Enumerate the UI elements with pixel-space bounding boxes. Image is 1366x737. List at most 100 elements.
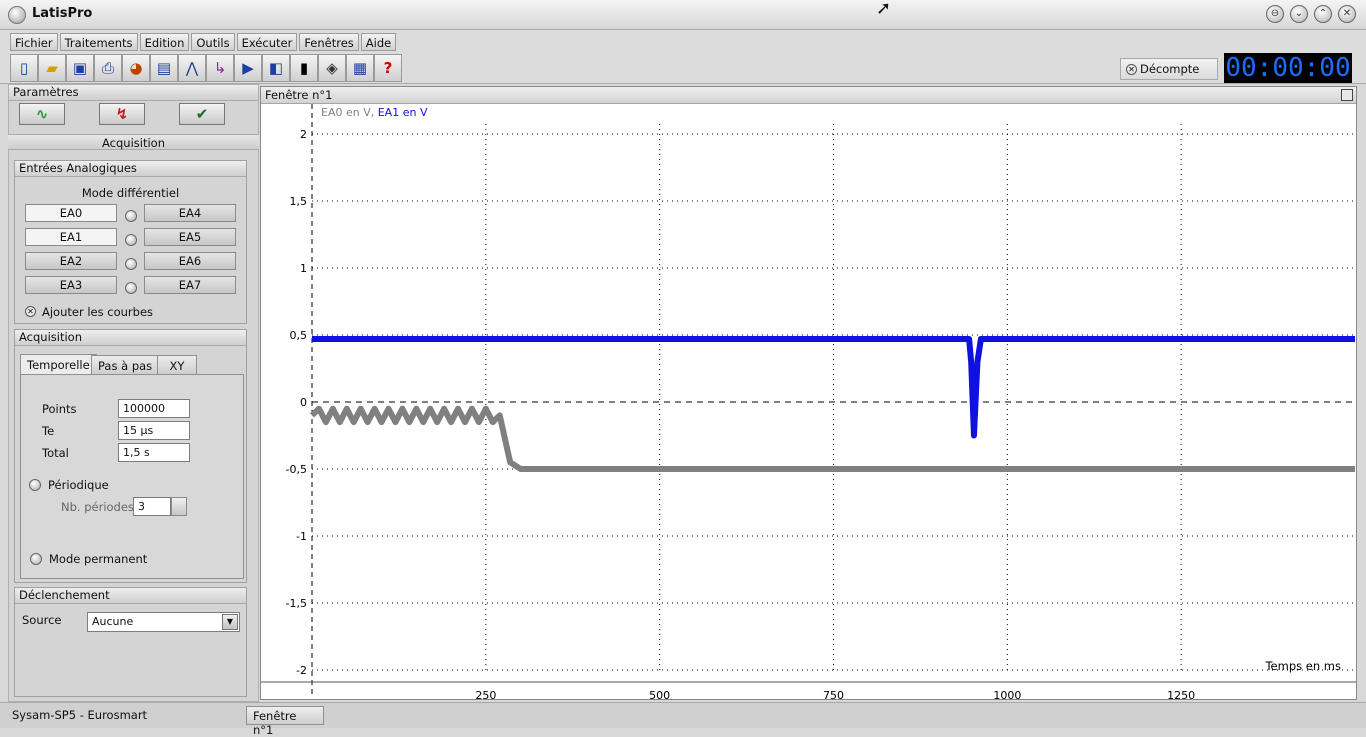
differential-radio-3[interactable] bbox=[125, 282, 137, 294]
permanent-mode-radio[interactable] bbox=[30, 553, 42, 565]
nb-periods-label: Nb. périodes bbox=[61, 500, 134, 514]
differential-radio-2[interactable] bbox=[125, 258, 137, 270]
decompte-toggle[interactable]: ✕ Décompte bbox=[1120, 58, 1218, 80]
periodic-label: Périodique bbox=[48, 478, 109, 492]
help-icon[interactable]: ? bbox=[374, 54, 402, 82]
total-field[interactable]: 1,5 s bbox=[118, 443, 190, 462]
menu-fichier[interactable]: Fichier bbox=[10, 33, 58, 51]
chart-area[interactable]: 2 1,5 1 0,5 0 -0,5 -1 -1,5 -2 250 500 750 1000 1250 E… bbox=[261, 104, 1356, 699]
device-icon[interactable]: ▮ bbox=[290, 54, 318, 82]
close-button[interactable]: ✕ bbox=[1338, 5, 1356, 23]
print-icon[interactable]: ⎙ bbox=[94, 54, 122, 82]
channel-ea5-button[interactable]: EA5 bbox=[144, 228, 236, 246]
legend-separator: , bbox=[371, 106, 378, 119]
window-controls: ⊖ ⌄ ⌃ ✕ bbox=[1266, 5, 1356, 23]
trigger-group: Déclenchement bbox=[14, 587, 247, 697]
add-curves-label: Ajouter les courbes bbox=[42, 305, 154, 319]
x-tick-label: 1250 bbox=[1167, 689, 1195, 699]
new-file-icon[interactable]: ▯ bbox=[10, 54, 38, 82]
graph-window: Fenêtre n°1 2 1,5 1 0,5 0 -0,5 -1 -1,5 -2 250 500 7… bbox=[260, 86, 1357, 700]
play-icon[interactable]: ▶ bbox=[234, 54, 262, 82]
x-tick-label: 750 bbox=[823, 689, 844, 699]
axes-icon[interactable]: ↳ bbox=[206, 54, 234, 82]
legend-ea1: EA1 en V bbox=[378, 106, 428, 119]
tag-icon[interactable]: ◈ bbox=[318, 54, 346, 82]
analog-inputs-header: Entrées Analogiques bbox=[15, 161, 246, 177]
device-status: Sysam-SP5 - Eurosmart bbox=[12, 708, 148, 722]
sound-icon[interactable]: ◧ bbox=[262, 54, 290, 82]
differential-radio-1[interactable] bbox=[125, 234, 137, 246]
app-title: LatisPro bbox=[32, 6, 93, 21]
channel-ea6-button[interactable]: EA6 bbox=[144, 252, 236, 270]
te-label: Te bbox=[42, 424, 55, 438]
graph-window-title: Fenêtre n°1 bbox=[261, 87, 1356, 104]
decompte-label: Décompte bbox=[1140, 62, 1200, 76]
y-tick-label: -0,5 bbox=[286, 463, 307, 476]
y-tick-label: 1,5 bbox=[290, 195, 308, 208]
table-icon[interactable]: ▤ bbox=[150, 54, 178, 82]
open-folder-icon[interactable]: ▰ bbox=[38, 54, 66, 82]
channel-ea4-button[interactable]: EA4 bbox=[144, 204, 236, 222]
y-tick-label: -1 bbox=[296, 530, 307, 543]
y-tick-label: 2 bbox=[300, 128, 307, 141]
record-mode-button[interactable]: ↯ bbox=[99, 103, 145, 125]
menu-traitements[interactable]: Traitements bbox=[59, 33, 138, 51]
status-bar: Sysam-SP5 - Eurosmart Fenêtre n°1 bbox=[0, 702, 1366, 737]
app-icon[interactable] bbox=[8, 6, 26, 24]
channel-ea3-button[interactable]: EA3 bbox=[25, 276, 117, 294]
legend-entry-ea0: EA0 en V, EA1 en V bbox=[321, 106, 428, 119]
channel-ea1-button[interactable]: EA1 bbox=[25, 228, 117, 246]
signal-mode-button[interactable]: ∿ bbox=[19, 103, 65, 125]
permanent-mode-label: Mode permanent bbox=[49, 552, 148, 566]
te-field[interactable]: 15 µs bbox=[118, 421, 190, 440]
y-tick-label: -2 bbox=[296, 664, 307, 677]
chevron-down-icon[interactable]: ▼ bbox=[222, 614, 238, 630]
source-label: Source bbox=[22, 613, 62, 627]
points-field[interactable]: 100000 bbox=[118, 399, 190, 418]
menu-outils[interactable]: Outils bbox=[191, 33, 235, 51]
acquisition-header: Acquisition bbox=[15, 330, 246, 346]
trigger-header: Déclenchement bbox=[15, 588, 246, 604]
title-bar: LatisPro ➚ ⊖ ⌄ ⌃ ✕ bbox=[0, 0, 1366, 30]
menu-edition[interactable]: Edition bbox=[139, 33, 190, 51]
palette-icon[interactable]: ◕ bbox=[122, 54, 150, 82]
save-icon[interactable]: ▣ bbox=[66, 54, 94, 82]
timer-display: 00:00:00 bbox=[1224, 53, 1352, 83]
channel-ea7-button[interactable]: EA7 bbox=[144, 276, 236, 294]
maximize-icon[interactable] bbox=[1341, 89, 1353, 101]
legend-ea0: EA0 en V bbox=[321, 106, 371, 119]
minimize-button[interactable]: ⌄ bbox=[1290, 5, 1308, 23]
x-tick-label: 250 bbox=[475, 689, 496, 699]
periodic-radio[interactable] bbox=[29, 479, 41, 491]
restore-window-button[interactable]: ⊖ bbox=[1266, 5, 1284, 23]
add-curves-checkbox[interactable]: ✕ bbox=[25, 306, 36, 317]
acquisition-title: Acquisition bbox=[8, 134, 259, 150]
channel-ea0-button[interactable]: EA0 bbox=[25, 204, 117, 222]
tab-temporelle[interactable]: Temporelle bbox=[20, 354, 97, 374]
y-tick-label: 0 bbox=[300, 396, 307, 409]
points-label: Points bbox=[42, 402, 77, 416]
x-tick-label: 1000 bbox=[993, 689, 1021, 699]
mouse-cursor-icon: ➚ bbox=[876, 0, 892, 19]
nb-periods-spinner[interactable] bbox=[171, 497, 187, 516]
x-tick-label: 500 bbox=[649, 689, 670, 699]
y-tick-label: -1,5 bbox=[286, 597, 307, 610]
channel-ea2-button[interactable]: EA2 bbox=[25, 252, 117, 270]
calculator-icon[interactable]: ▦ bbox=[346, 54, 374, 82]
checked-icon: ✕ bbox=[1126, 63, 1137, 75]
validate-button[interactable]: ✔ bbox=[179, 103, 225, 125]
menu-bar: Fichier Traitements Edition Outils Exécu… bbox=[0, 30, 1366, 52]
tab-pas-a-pas[interactable]: Pas à pas bbox=[91, 355, 160, 375]
menu-fenetres[interactable]: Fenêtres bbox=[299, 33, 359, 51]
maximize-button[interactable]: ⌃ bbox=[1314, 5, 1332, 23]
tab-xy[interactable]: XY bbox=[157, 355, 197, 375]
menu-executer[interactable]: Exécuter bbox=[236, 33, 298, 51]
window-tab-fenetre-1[interactable]: Fenêtre n°1 bbox=[246, 706, 324, 737]
total-label: Total bbox=[42, 446, 69, 460]
source-select[interactable]: Aucune bbox=[87, 612, 240, 632]
y-tick-label: 0,5 bbox=[290, 329, 308, 342]
menu-aide[interactable]: Aide bbox=[360, 33, 397, 51]
curve-icon[interactable]: ⋀ bbox=[178, 54, 206, 82]
differential-radio-0[interactable] bbox=[125, 210, 137, 222]
nb-periods-field[interactable]: 3 bbox=[133, 497, 171, 516]
